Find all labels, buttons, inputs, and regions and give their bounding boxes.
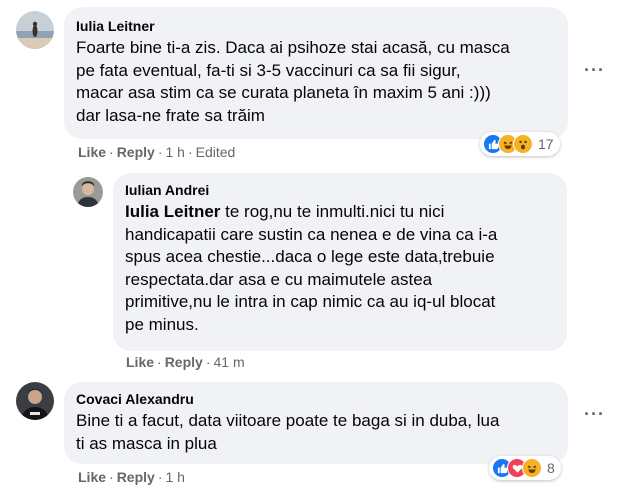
mention-link[interactable]: Iulia Leitner [125,202,220,221]
reaction-count: 17 [538,136,554,152]
avatar[interactable] [16,382,54,420]
comment-author[interactable]: Iulian Andrei [125,181,555,199]
more-options-icon[interactable]: ··· [584,404,605,425]
comment-actions: Like · Reply · 1 h [78,469,185,485]
comment-time[interactable]: 41 m [213,354,244,370]
comment-actions: Like · Reply · 41 m [126,354,245,370]
comment-time[interactable]: 1 h [165,144,184,160]
comment-text: Bine ti a facut, data viitoare poate te … [76,411,500,453]
reply-button[interactable]: Reply [117,144,155,160]
wow-icon [513,134,533,154]
comment-bubble: Iulia Leitner Foarte bine ti-a zis. Daca… [64,7,568,139]
comment-author[interactable]: Iulia Leitner [76,17,556,35]
avatar[interactable] [73,177,103,207]
avatar[interactable] [16,11,54,49]
comment-author[interactable]: Covaci Alexandru [76,390,556,408]
comment-actions: Like · Reply · 1 h · Edited [78,144,236,160]
reactions-summary[interactable]: 17 [480,132,560,156]
edited-label[interactable]: Edited [196,144,236,160]
like-button[interactable]: Like [78,144,106,160]
reply-button[interactable]: Reply [117,469,155,485]
reaction-count: 8 [547,460,555,476]
like-button[interactable]: Like [126,354,154,370]
comment-text: Iulia Leitner te rog,nu te inmulti.nici … [125,202,498,334]
comment-text: Foarte bine ti-a zis. Daca ai psihoze st… [76,38,510,125]
haha-icon [522,458,542,478]
comment-time[interactable]: 1 h [165,469,184,485]
comment-bubble: Covaci Alexandru Bine ti a facut, data v… [64,382,568,464]
more-options-icon[interactable]: ··· [584,60,605,81]
like-button[interactable]: Like [78,469,106,485]
reply-button[interactable]: Reply [165,354,203,370]
comment-bubble: Iulian Andrei Iulia Leitner te rog,nu te… [113,173,567,351]
reactions-summary[interactable]: 8 [489,456,561,480]
